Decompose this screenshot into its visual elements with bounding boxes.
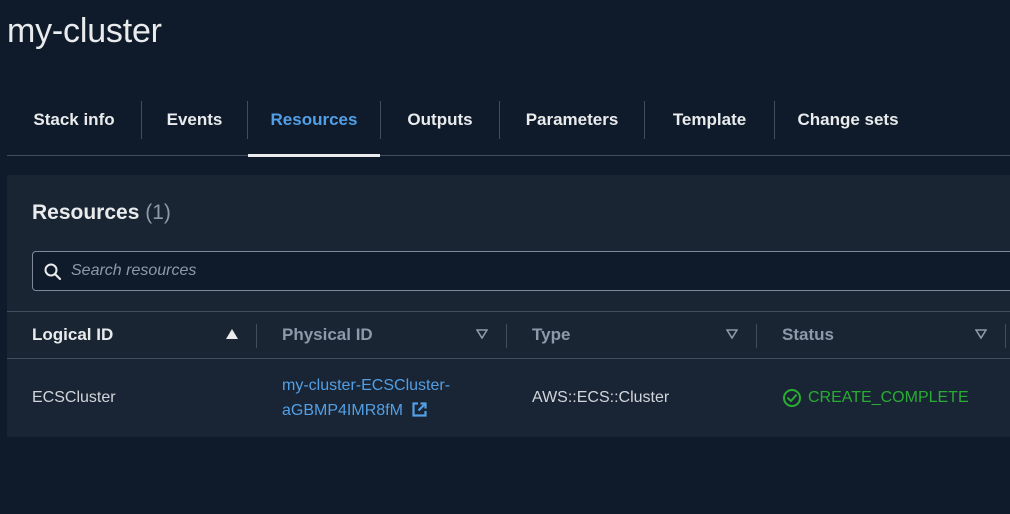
resources-count: (1)	[145, 201, 171, 224]
column-label: Physical ID	[282, 325, 373, 344]
tab-outputs[interactable]: Outputs	[381, 84, 499, 156]
column-divider	[506, 324, 507, 348]
physical-id-line-2: aGBMP4IMR8fM	[282, 402, 403, 419]
physical-id-line-1: my-cluster-ECSCluster-	[282, 377, 451, 394]
tab-resources[interactable]: Resources	[248, 84, 380, 157]
check-circle-icon	[783, 389, 801, 407]
column-divider	[1005, 324, 1006, 348]
resources-panel: Resources (1) Logical ID Physical ID Typ…	[7, 175, 1010, 437]
column-header-logical-id[interactable]: Logical ID	[32, 312, 237, 358]
table-header: Logical ID Physical ID Type Status	[7, 311, 1010, 359]
status-text: CREATE_COMPLETE	[808, 389, 969, 406]
tab-stack-info[interactable]: Stack info	[7, 84, 141, 156]
sort-ascending-icon[interactable]	[226, 329, 238, 339]
column-header-type[interactable]: Type	[532, 312, 737, 358]
sort-unsorted-icon[interactable]	[476, 329, 488, 339]
tab-change-sets[interactable]: Change sets	[775, 84, 921, 156]
resources-title: Resources	[32, 201, 140, 224]
column-label: Type	[532, 325, 571, 344]
column-header-physical-id[interactable]: Physical ID	[282, 312, 487, 358]
search-input[interactable]	[71, 252, 971, 290]
tab-bar: Stack info Events Resources Outputs Para…	[7, 84, 1010, 157]
tab-events[interactable]: Events	[142, 84, 247, 156]
resources-heading: Resources (1)	[32, 201, 171, 225]
column-label: Status	[782, 325, 834, 344]
search-box[interactable]	[32, 251, 1010, 291]
sort-unsorted-icon[interactable]	[726, 329, 738, 339]
table-row: ECSCluster my-cluster-ECSCluster- aGBMP4…	[7, 359, 1010, 437]
column-label: Logical ID	[32, 325, 114, 344]
cell-status: CREATE_COMPLETE	[782, 359, 1007, 437]
physical-id-link[interactable]: my-cluster-ECSCluster- aGBMP4IMR8fM	[282, 373, 450, 423]
external-link-icon	[412, 402, 427, 417]
column-divider	[256, 324, 257, 348]
cell-physical-id: my-cluster-ECSCluster- aGBMP4IMR8fM	[282, 359, 507, 437]
sort-unsorted-icon[interactable]	[975, 329, 987, 339]
tab-parameters[interactable]: Parameters	[500, 84, 644, 156]
page-title: my-cluster	[7, 12, 162, 50]
column-divider	[756, 324, 757, 348]
search-icon	[44, 263, 62, 281]
column-header-status[interactable]: Status	[782, 312, 987, 358]
cell-type: AWS::ECS::Cluster	[532, 389, 670, 406]
cell-logical-id: ECSCluster	[32, 389, 116, 406]
tab-template[interactable]: Template	[645, 84, 774, 156]
